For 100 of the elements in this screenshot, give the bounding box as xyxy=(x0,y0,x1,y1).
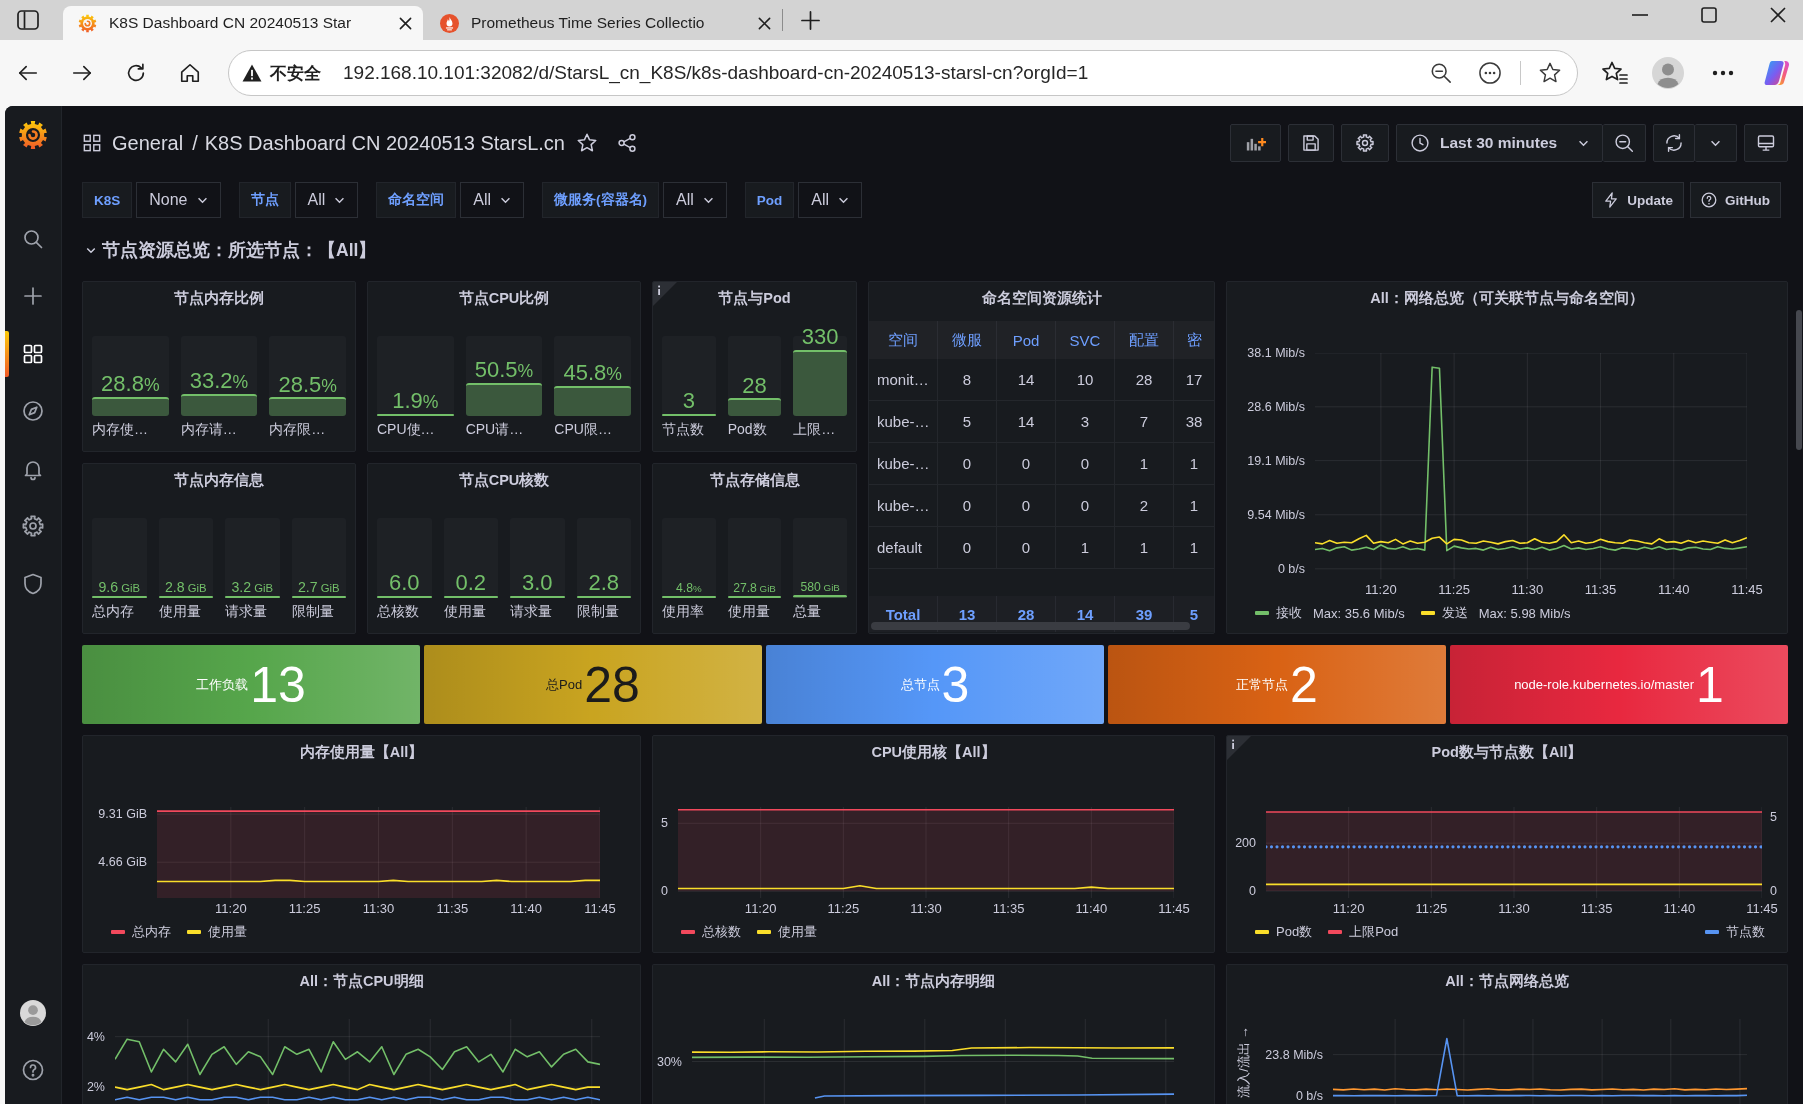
table-cell: 1 xyxy=(1056,527,1115,568)
link-button[interactable]: GitHub xyxy=(1690,182,1781,218)
x-axis-label: 11:20 xyxy=(744,902,777,915)
add-panel-button[interactable] xyxy=(1230,124,1281,162)
gauge-value: 580 GiB xyxy=(800,581,840,595)
y-axis-label: 0 b/s xyxy=(1277,562,1305,576)
chevron-down-icon[interactable] xyxy=(86,246,96,254)
tv-mode-button[interactable] xyxy=(1744,124,1788,162)
y-axis-label: 200 xyxy=(1235,836,1256,850)
sidebar-toggle-icon[interactable] xyxy=(17,10,39,30)
y-axis-label: 0 b/s xyxy=(1295,1089,1323,1103)
legend-label[interactable]: 总核数 xyxy=(702,923,741,941)
close-icon[interactable] xyxy=(758,16,771,30)
table-cell: 0 xyxy=(938,527,997,568)
gauge-value: 45.8% xyxy=(563,361,622,386)
maximize-icon[interactable] xyxy=(1701,7,1717,23)
gauge-label: 内存使… xyxy=(92,420,148,438)
legend-label[interactable]: 节点数 xyxy=(1726,923,1765,941)
variable-dropdown[interactable]: All xyxy=(294,182,359,218)
swirl-gear-logo-icon[interactable] xyxy=(18,120,48,150)
profile-avatar-icon[interactable] xyxy=(20,999,46,1026)
variable-dropdown[interactable]: All xyxy=(798,182,863,218)
column-header[interactable]: SVC xyxy=(1056,321,1115,359)
panel-title: 命名空间资源统计 xyxy=(981,288,1102,308)
column-header[interactable]: 空间 xyxy=(869,321,938,359)
gauge-label: 总核数 xyxy=(377,602,419,620)
legend-label[interactable]: 使用量 xyxy=(778,923,817,941)
legend-label[interactable]: 上限Pod xyxy=(1349,923,1399,941)
legend-label[interactable]: 发送 xyxy=(1441,604,1468,622)
column-header[interactable]: Pod xyxy=(997,321,1056,359)
gauge-value: 2.7 GiB xyxy=(297,580,340,596)
column-header[interactable]: 微服 xyxy=(938,321,997,359)
zoom-out-button[interactable] xyxy=(1603,124,1646,162)
address-bar[interactable]: 不安全 192.168.10.101:32082/d/StarsL_cn_K8S/k8s-dashboard-cn-20240513-starsl-cn?orgId=1 xyxy=(228,50,1578,96)
more-circle-icon[interactable] xyxy=(1479,62,1501,84)
legend-label[interactable]: 接收 xyxy=(1276,604,1302,622)
variable-dropdown[interactable]: All xyxy=(460,182,525,218)
panel-title: All：节点CPU明细 xyxy=(299,971,424,991)
zoom-out-icon[interactable] xyxy=(1430,62,1452,84)
variable-dropdown[interactable]: All xyxy=(663,182,727,218)
time-range-picker[interactable]: Last 30 minutes xyxy=(1396,124,1603,162)
stat-label: node-role.kubernetes.io/master xyxy=(1514,677,1695,692)
y-axis-label: 9.54 Mib/s xyxy=(1247,508,1305,521)
share-icon[interactable] xyxy=(616,133,637,153)
scrollbar-thumb[interactable] xyxy=(1796,310,1802,450)
settings-button[interactable] xyxy=(1341,124,1389,162)
variable-dropdown[interactable]: None xyxy=(136,182,221,218)
reload-icon[interactable] xyxy=(125,62,147,84)
x-axis-label: 11:40 xyxy=(1075,902,1108,915)
table-cell: 0 xyxy=(997,485,1056,526)
ribbon-logo-icon[interactable] xyxy=(1764,60,1792,86)
panel-title: All：网络总览（可关联节点与命名空间） xyxy=(1370,288,1644,308)
panel-title: All：节点内存明细 xyxy=(871,971,996,991)
breadcrumb-folder[interactable]: General xyxy=(112,131,184,155)
plus-icon[interactable] xyxy=(801,10,820,30)
table-cell: kube-… xyxy=(869,485,938,526)
legend-label[interactable]: 总内存 xyxy=(132,923,171,941)
home-icon[interactable] xyxy=(179,62,201,84)
gauge-label: 使用率 xyxy=(662,602,704,620)
stat-label: 工作负载 xyxy=(196,675,249,694)
close-icon[interactable] xyxy=(399,16,412,30)
row-title[interactable]: 节点资源总览：所选节点：【All】 xyxy=(102,238,377,262)
gauge-label: 限制量 xyxy=(291,602,334,620)
star-icon[interactable] xyxy=(1539,62,1561,84)
security-label[interactable]: 不安全 xyxy=(270,61,321,85)
legend-label[interactable]: Pod数 xyxy=(1276,923,1313,941)
table-cell: 2 xyxy=(1115,485,1174,526)
variable-label: 节点 xyxy=(238,182,291,218)
help-icon[interactable] xyxy=(21,1058,45,1083)
table-cell: 0 xyxy=(938,485,997,526)
refresh-button[interactable] xyxy=(1653,124,1695,162)
dashboard-title[interactable]: K8S Dashboard CN 20240513 StarsL.cn xyxy=(204,131,565,155)
more-icon[interactable] xyxy=(1712,70,1734,76)
info-corner-icon[interactable] xyxy=(653,282,677,306)
y-axis-label: 9.31 GiB xyxy=(98,807,147,821)
column-header[interactable]: 配置 xyxy=(1115,321,1174,359)
y-axis-label: 2% xyxy=(86,1080,105,1094)
legend-label[interactable]: 使用量 xyxy=(208,923,247,941)
close-icon[interactable] xyxy=(1770,7,1786,23)
link-button[interactable]: Update xyxy=(1592,182,1684,218)
x-axis-label: 11:20 xyxy=(1365,583,1397,596)
table-cell-text: 1 xyxy=(1188,454,1200,474)
browser-tab[interactable]: K8S Dashboard CN 20240513 Star xyxy=(63,6,423,40)
column-header[interactable]: 密 xyxy=(1174,321,1214,359)
gauge-value: 33.2% xyxy=(189,369,249,395)
favorites-icon[interactable] xyxy=(1602,61,1628,85)
x-axis-label: 11:35 xyxy=(436,902,469,915)
table-cell: default xyxy=(869,527,938,568)
info-corner-icon[interactable] xyxy=(1227,736,1251,760)
browser-tab[interactable]: Prometheus Time Series Collectio xyxy=(425,6,782,40)
gauge-label: 使用量 xyxy=(158,602,201,620)
panel-title: 节点内存信息 xyxy=(174,470,264,490)
x-axis-label: 11:25 xyxy=(288,902,321,915)
save-button[interactable] xyxy=(1288,124,1334,162)
table-cell-text: 17 xyxy=(1184,370,1204,390)
x-axis-label: 11:30 xyxy=(1511,583,1544,596)
y-axis-label: 0 xyxy=(1770,884,1777,898)
gauge-label: 使用量 xyxy=(443,602,486,620)
scrollbar-thumb[interactable] xyxy=(871,622,1190,630)
gauge-value: 4.8% xyxy=(676,582,702,596)
